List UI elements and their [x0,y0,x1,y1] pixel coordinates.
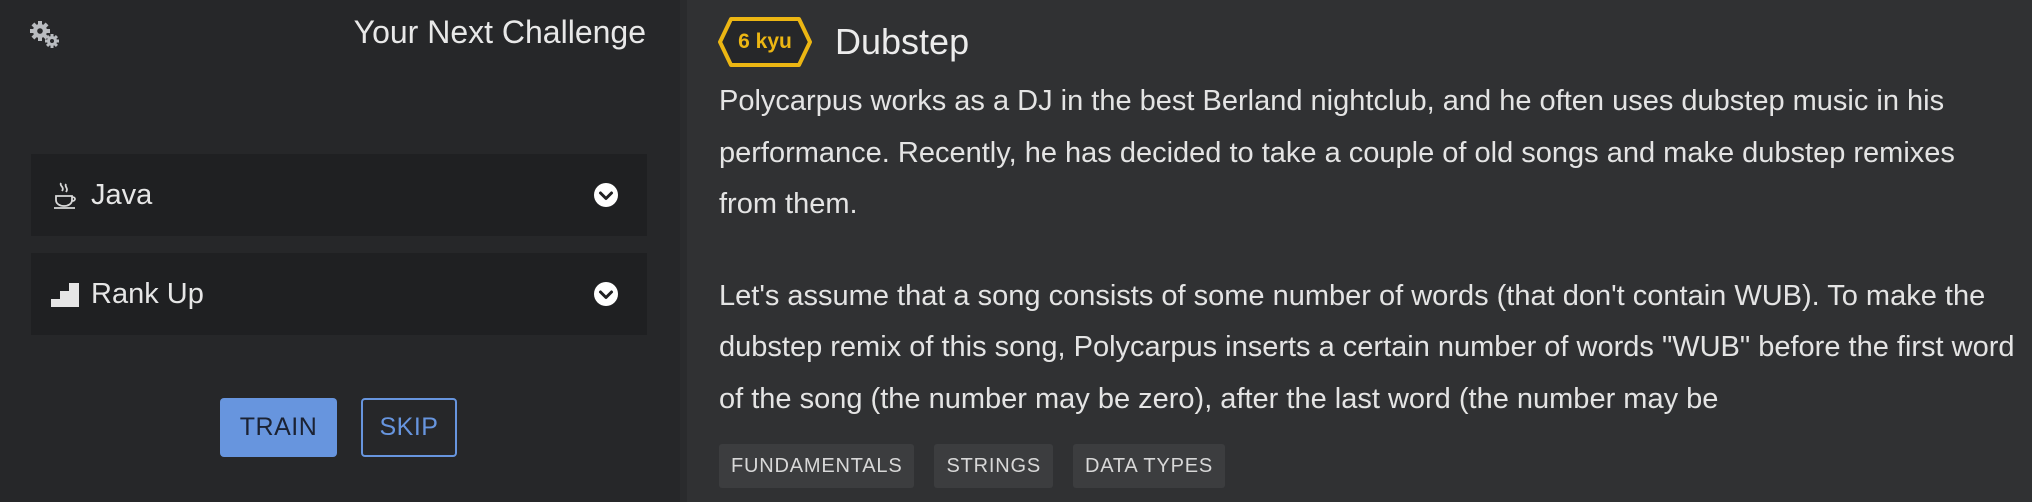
training-mode-value: Rank Up [91,277,204,310]
kata-description: Polycarpus works as a DJ in the best Ber… [719,76,2019,465]
language-select[interactable]: Java [31,154,647,236]
stairs-icon [51,280,79,308]
kata-tags: FUNDAMENTALS STRINGS DATA TYPES [719,444,1245,488]
description-paragraph: Let's assume that a song consists of som… [719,279,2015,415]
app-root: Your Next Challenge Java Rank Up TRAIN S… [0,0,2032,502]
rank-label: 6 kyu [738,30,792,53]
language-select-value: Java [91,178,153,211]
panel-divider [680,0,687,502]
rank-badge: 6 kyu [717,16,813,68]
kata-header: 6 kyu Dubstep [717,16,969,68]
chevron-down-icon [593,281,619,307]
description-paragraph: Polycarpus works as a DJ in the best Ber… [719,85,1955,220]
challenge-sidebar: Your Next Challenge Java Rank Up TRAIN S… [0,0,680,502]
tag-strings[interactable]: STRINGS [934,444,1053,488]
tag-data-types[interactable]: DATA TYPES [1072,444,1226,488]
kata-description-panel: 6 kyu Dubstep Polycarpus works as a DJ i… [687,0,2032,502]
train-button[interactable]: TRAIN [220,398,337,457]
skip-button[interactable]: SKIP [361,398,457,457]
java-icon [51,181,79,209]
chevron-down-icon [593,182,619,208]
settings-gear-icon[interactable] [28,20,62,50]
training-mode-select[interactable]: Rank Up [31,253,647,335]
kata-title[interactable]: Dubstep [835,21,969,63]
sidebar-title: Your Next Challenge [353,14,646,50]
tag-fundamentals[interactable]: FUNDAMENTALS [719,444,915,488]
